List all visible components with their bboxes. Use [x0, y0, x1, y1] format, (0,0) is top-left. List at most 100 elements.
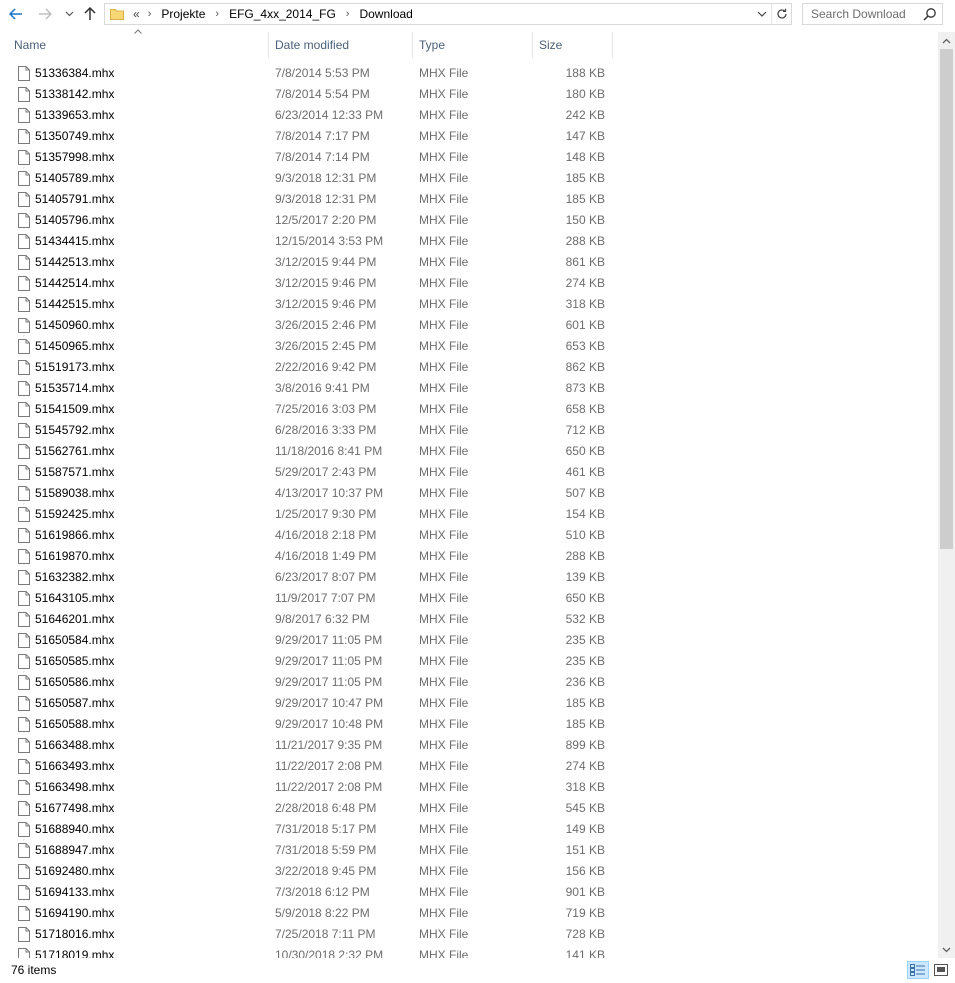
- file-row[interactable]: 51677498.mhx 2/28/2018 6:48 PM MHX File 545…: [0, 798, 938, 819]
- file-row[interactable]: 51650585.mhx 9/29/2017 11:05 PM MHX File 23…: [0, 651, 938, 672]
- file-row[interactable]: 51692480.mhx 3/22/2018 9:45 PM MHX File 156…: [0, 861, 938, 882]
- file-row[interactable]: 51450960.mhx 3/26/2015 2:46 PM MHX File 601…: [0, 315, 938, 336]
- scroll-up-button[interactable]: [938, 32, 955, 49]
- file-list[interactable]: 51336384.mhx 7/8/2014 5:53 PM MHX File 188 …: [0, 63, 938, 958]
- file-row[interactable]: 51718019.mhx 10/30/2018 2:32 PM MHX File 14…: [0, 945, 938, 958]
- file-row[interactable]: 51336384.mhx 7/8/2014 5:53 PM MHX File 188 …: [0, 63, 938, 84]
- file-row[interactable]: 51339653.mhx 6/23/2014 12:33 PM MHX File 24…: [0, 105, 938, 126]
- up-button[interactable]: [81, 5, 99, 23]
- file-row[interactable]: 51442515.mhx 3/12/2015 9:46 PM MHX File 318…: [0, 294, 938, 315]
- file-icon: [18, 444, 30, 459]
- search-box[interactable]: Search Download: [802, 3, 943, 25]
- file-date-modified: 12/5/2017 2:20 PM: [275, 213, 377, 227]
- file-row[interactable]: 51694133.mhx 7/3/2018 6:12 PM MHX File 901 …: [0, 882, 938, 903]
- refresh-icon: [776, 8, 787, 19]
- crumb-efg[interactable]: EFG_4xx_2014_FG: [229, 7, 336, 21]
- details-view-button[interactable]: [907, 961, 929, 979]
- file-row[interactable]: 51650587.mhx 9/29/2017 10:47 PM MHX File 18…: [0, 693, 938, 714]
- refresh-button[interactable]: [771, 4, 791, 24]
- column-header-size[interactable]: Size: [533, 32, 612, 58]
- file-row[interactable]: 51545792.mhx 6/28/2016 3:33 PM MHX File 712…: [0, 420, 938, 441]
- file-name: 51541509.mhx: [35, 402, 115, 416]
- address-bar[interactable]: « › Projekte › EFG_4xx_2014_FG › Downloa…: [104, 3, 792, 25]
- file-row[interactable]: 51718016.mhx 7/25/2018 7:11 PM MHX File 728…: [0, 924, 938, 945]
- file-date-modified: 9/3/2018 12:31 PM: [275, 192, 377, 206]
- file-row[interactable]: 51694190.mhx 5/9/2018 8:22 PM MHX File 719 …: [0, 903, 938, 924]
- file-row[interactable]: 51663493.mhx 11/22/2017 2:08 PM MHX File 27…: [0, 756, 938, 777]
- file-icon: [18, 402, 30, 417]
- recent-locations-button[interactable]: [60, 5, 78, 23]
- file-row[interactable]: 51619866.mhx 4/16/2018 2:18 PM MHX File 510…: [0, 525, 938, 546]
- arrow-left-icon: [9, 8, 22, 20]
- scrollbar-thumb[interactable]: [940, 49, 953, 549]
- file-size: 873 KB: [565, 381, 605, 395]
- scroll-down-button[interactable]: [938, 941, 955, 958]
- file-row[interactable]: 51442514.mhx 3/12/2015 9:46 PM MHX File 274…: [0, 273, 938, 294]
- file-row[interactable]: 51442513.mhx 3/12/2015 9:44 PM MHX File 861…: [0, 252, 938, 273]
- column-header-type[interactable]: Type: [413, 32, 532, 58]
- crumb-separator[interactable]: ›: [148, 8, 152, 20]
- file-row[interactable]: 51587571.mhx 5/29/2017 2:43 PM MHX File 461…: [0, 462, 938, 483]
- file-name: 51357998.mhx: [35, 150, 115, 164]
- back-button[interactable]: [7, 5, 25, 23]
- file-row[interactable]: 51650586.mhx 9/29/2017 11:05 PM MHX File 23…: [0, 672, 938, 693]
- column-header-name-label: Name: [14, 38, 47, 52]
- column-header-name[interactable]: Name: [8, 32, 268, 58]
- crumb-separator[interactable]: ›: [346, 8, 350, 20]
- address-overflow[interactable]: «: [133, 7, 140, 21]
- file-row[interactable]: 51541509.mhx 7/25/2016 3:03 PM MHX File 658…: [0, 399, 938, 420]
- file-date-modified: 7/8/2014 7:17 PM: [275, 129, 370, 143]
- file-size: 650 KB: [565, 591, 605, 605]
- file-icon: [18, 822, 30, 837]
- vertical-scrollbar[interactable]: [938, 32, 955, 958]
- file-row[interactable]: 51434415.mhx 12/15/2014 3:53 PM MHX File 28…: [0, 231, 938, 252]
- file-row[interactable]: 51357998.mhx 7/8/2014 7:14 PM MHX File 148 …: [0, 147, 938, 168]
- file-row[interactable]: 51450965.mhx 3/26/2015 2:45 PM MHX File 653…: [0, 336, 938, 357]
- crumb-separator[interactable]: ›: [215, 8, 219, 20]
- chevron-up-icon: [942, 38, 951, 43]
- file-type: MHX File: [419, 633, 469, 647]
- search-icon[interactable]: [923, 7, 937, 21]
- file-date-modified: 2/22/2016 9:42 PM: [275, 360, 377, 374]
- file-size: 318 KB: [565, 297, 605, 311]
- file-row[interactable]: 51562761.mhx 11/18/2016 8:41 PM MHX File 65…: [0, 441, 938, 462]
- file-row[interactable]: 51643105.mhx 11/9/2017 7:07 PM MHX File 650…: [0, 588, 938, 609]
- file-row[interactable]: 51592425.mhx 1/25/2017 9:30 PM MHX File 154…: [0, 504, 938, 525]
- file-type: MHX File: [419, 801, 469, 815]
- column-divider[interactable]: [612, 32, 613, 58]
- file-icon: [18, 255, 30, 270]
- crumb-projekte[interactable]: Projekte: [161, 7, 205, 21]
- file-icon: [18, 696, 30, 711]
- file-icon: [18, 339, 30, 354]
- file-row[interactable]: 51619870.mhx 4/16/2018 1:49 PM MHX File 288…: [0, 546, 938, 567]
- column-header-date[interactable]: Date modified: [269, 32, 412, 58]
- file-type: MHX File: [419, 360, 469, 374]
- file-row[interactable]: 51663488.mhx 11/21/2017 9:35 PM MHX File 89…: [0, 735, 938, 756]
- file-row[interactable]: 51350749.mhx 7/8/2014 7:17 PM MHX File 147 …: [0, 126, 938, 147]
- file-row[interactable]: 51663498.mhx 11/22/2017 2:08 PM MHX File 31…: [0, 777, 938, 798]
- file-row[interactable]: 51519173.mhx 2/22/2016 9:42 PM MHX File 862…: [0, 357, 938, 378]
- file-row[interactable]: 51589038.mhx 4/13/2017 10:37 PM MHX File 50…: [0, 483, 938, 504]
- file-row[interactable]: 51405789.mhx 9/3/2018 12:31 PM MHX File 185…: [0, 168, 938, 189]
- file-row[interactable]: 51646201.mhx 9/8/2017 6:32 PM MHX File 532 …: [0, 609, 938, 630]
- file-row[interactable]: 51338142.mhx 7/8/2014 5:54 PM MHX File 180 …: [0, 84, 938, 105]
- file-icon: [18, 717, 30, 732]
- file-row[interactable]: 51405791.mhx 9/3/2018 12:31 PM MHX File 185…: [0, 189, 938, 210]
- file-type: MHX File: [419, 402, 469, 416]
- crumb-download[interactable]: Download: [359, 7, 412, 21]
- file-row[interactable]: 51632382.mhx 6/23/2017 8:07 PM MHX File 139…: [0, 567, 938, 588]
- forward-button[interactable]: [36, 5, 54, 23]
- file-size: 235 KB: [565, 654, 605, 668]
- address-dropdown-button[interactable]: [753, 4, 771, 24]
- file-type: MHX File: [419, 297, 469, 311]
- file-row[interactable]: 51535714.mhx 3/8/2016 9:41 PM MHX File 873 …: [0, 378, 938, 399]
- file-row[interactable]: 51688947.mhx 7/31/2018 5:59 PM MHX File 151…: [0, 840, 938, 861]
- file-icon: [18, 633, 30, 648]
- file-row[interactable]: 51650588.mhx 9/29/2017 10:48 PM MHX File 18…: [0, 714, 938, 735]
- file-name: 51692480.mhx: [35, 864, 115, 878]
- large-icons-view-button[interactable]: [930, 961, 952, 979]
- file-row[interactable]: 51688940.mhx 7/31/2018 5:17 PM MHX File 149…: [0, 819, 938, 840]
- file-row[interactable]: 51650584.mhx 9/29/2017 11:05 PM MHX File 23…: [0, 630, 938, 651]
- file-name: 51562761.mhx: [35, 444, 115, 458]
- file-row[interactable]: 51405796.mhx 12/5/2017 2:20 PM MHX File 150…: [0, 210, 938, 231]
